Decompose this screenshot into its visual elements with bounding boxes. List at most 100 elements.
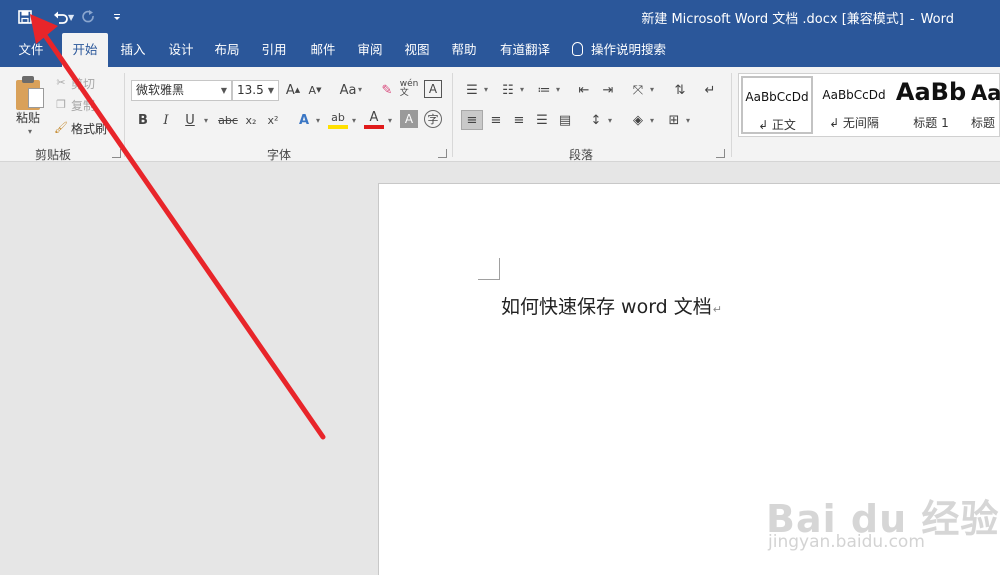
format-painter-icon[interactable]: 🖌: [54, 120, 68, 134]
document-title: 新建 Microsoft Word 文档 .docx [兼容模式]: [641, 12, 904, 27]
ribbon-tabs: 文件 开始 插入 设计 布局 引用 邮件 审阅 视图 帮助 有道翻译 操作说明搜…: [0, 33, 1000, 67]
tab-design[interactable]: 设计: [161, 33, 201, 67]
shrink-font-icon[interactable]: A ▼: [306, 81, 324, 99]
redo-icon[interactable]: [78, 6, 100, 28]
highlight-icon[interactable]: ab: [328, 109, 348, 129]
font-color-icon[interactable]: A: [364, 109, 384, 129]
underline-button[interactable]: U: [181, 111, 199, 129]
cut-button[interactable]: 剪切: [71, 75, 95, 92]
change-case-icon[interactable]: Aa: [336, 81, 360, 99]
character-border-icon[interactable]: A: [424, 80, 442, 98]
justify-icon[interactable]: ☰: [532, 110, 552, 130]
font-name-select[interactable]: 微软雅黑 ▼: [131, 80, 232, 101]
chinese-layout-icon[interactable]: ⤧: [628, 81, 648, 99]
line-spacing-dropdown-icon[interactable]: ▾: [608, 116, 612, 125]
paragraph-group-label: 段落: [569, 148, 594, 162]
tab-review[interactable]: 审阅: [350, 33, 390, 67]
tab-youdao-translate[interactable]: 有道翻译: [494, 33, 556, 67]
shading-dropdown-icon[interactable]: ▾: [650, 116, 654, 125]
clipboard-group-label: 剪贴板: [35, 148, 72, 162]
document-body-text[interactable]: 如何快速保存 word 文档↵: [501, 292, 722, 319]
tell-me-label: 操作说明搜索: [591, 42, 667, 57]
chevron-down-icon: ▼: [267, 86, 274, 95]
paste-dropdown-icon[interactable]: ▾: [28, 127, 32, 136]
copy-icon[interactable]: ❐: [54, 97, 68, 111]
align-right-icon[interactable]: ≡: [509, 110, 529, 130]
window-title: 新建 Microsoft Word 文档 .docx [兼容模式] - Word: [641, 8, 954, 27]
customize-qat-icon[interactable]: [106, 6, 128, 28]
tab-help[interactable]: 帮助: [444, 33, 484, 67]
borders-dropdown-icon[interactable]: ▾: [686, 116, 690, 125]
tab-home[interactable]: 开始: [62, 33, 108, 67]
numbering-icon[interactable]: ☷: [498, 81, 518, 99]
multilevel-list-dropdown-icon[interactable]: ▾: [556, 85, 560, 94]
style-normal[interactable]: AaBbCcDd ↲ 正文: [741, 76, 813, 134]
clear-formatting-icon[interactable]: ✎: [378, 81, 396, 99]
tab-file[interactable]: 文件: [8, 33, 54, 67]
bold-button[interactable]: B: [134, 111, 152, 129]
highlight-dropdown-icon[interactable]: ▾: [352, 116, 356, 125]
shading-icon[interactable]: ◈: [628, 110, 648, 130]
chinese-layout-dropdown-icon[interactable]: ▾: [650, 85, 654, 94]
lightbulb-icon: [572, 42, 583, 56]
superscript-button[interactable]: x²: [264, 111, 282, 129]
title-bar: ▼ 新建 Microsoft Word 文档 .docx [兼容模式] - Word: [0, 0, 1000, 33]
margin-corner-mark: [478, 258, 500, 280]
show-formatting-marks-icon[interactable]: ↵: [700, 81, 720, 99]
grow-font-icon[interactable]: A ▲: [284, 81, 302, 99]
app-name: Word: [920, 12, 954, 27]
paragraph-launcher-icon[interactable]: [716, 149, 725, 158]
borders-icon[interactable]: ⊞: [664, 110, 684, 130]
increase-indent-icon[interactable]: ⇥: [598, 81, 618, 99]
italic-button[interactable]: I: [157, 111, 175, 129]
multilevel-list-icon[interactable]: ≔: [534, 81, 554, 99]
style-sample: AaBb: [895, 78, 967, 106]
font-name-value: 微软雅黑: [136, 83, 185, 97]
group-divider: [731, 73, 732, 157]
style-heading-1[interactable]: AaBb 标题 1: [893, 76, 969, 134]
tab-references[interactable]: 引用: [254, 33, 294, 67]
align-left-icon[interactable]: ≡: [461, 110, 483, 130]
align-center-icon[interactable]: ≡: [486, 110, 506, 130]
line-spacing-icon[interactable]: ↕: [586, 110, 606, 130]
style-name: ↲ 正文: [758, 118, 796, 132]
change-case-dropdown-icon[interactable]: ▾: [358, 85, 362, 94]
enclose-characters-icon[interactable]: 字: [424, 110, 442, 128]
tell-me-search[interactable]: 操作说明搜索: [572, 33, 682, 67]
save-icon[interactable]: [14, 6, 36, 28]
decrease-indent-icon[interactable]: ⇤: [574, 81, 594, 99]
text-effects-icon[interactable]: A: [295, 111, 313, 129]
bullets-icon[interactable]: ☰: [462, 81, 482, 99]
tab-insert[interactable]: 插入: [113, 33, 153, 67]
sort-icon[interactable]: ⇅: [670, 81, 690, 99]
chevron-down-icon: ▼: [220, 86, 227, 95]
strikethrough-button[interactable]: abc: [216, 111, 240, 129]
font-color-dropdown-icon[interactable]: ▾: [388, 116, 392, 125]
tab-layout[interactable]: 布局: [207, 33, 247, 67]
phonetic-guide-icon[interactable]: wén 文: [400, 79, 419, 99]
distributed-icon[interactable]: ▤: [555, 110, 575, 130]
copy-button[interactable]: 复制: [71, 97, 95, 114]
tab-view[interactable]: 视图: [397, 33, 437, 67]
numbering-dropdown-icon[interactable]: ▾: [520, 85, 524, 94]
baidu-watermark-url: jingyan.baidu.com: [768, 532, 925, 552]
style-title[interactable]: Aal 标题: [971, 76, 1000, 134]
style-sample: AaBbCcDd: [745, 90, 809, 104]
clipboard-launcher-icon[interactable]: [112, 149, 121, 158]
format-painter-button[interactable]: 格式刷: [71, 120, 107, 137]
paste-button-label[interactable]: 粘贴: [16, 109, 40, 126]
style-no-spacing[interactable]: AaBbCcDd ↲ 无间隔: [817, 76, 891, 134]
cut-icon[interactable]: ✂: [54, 75, 68, 89]
text-effects-dropdown-icon[interactable]: ▾: [316, 116, 320, 125]
underline-dropdown-icon[interactable]: ▾: [204, 116, 208, 125]
tab-mailings[interactable]: 邮件: [303, 33, 343, 67]
subscript-button[interactable]: x₂: [242, 111, 260, 129]
character-shading-icon[interactable]: A: [400, 110, 418, 128]
undo-dropdown-icon[interactable]: ▼: [68, 13, 74, 22]
font-launcher-icon[interactable]: [438, 149, 447, 158]
bullets-dropdown-icon[interactable]: ▾: [484, 85, 488, 94]
style-name: 标题 1: [913, 116, 949, 130]
paste-icon[interactable]: [16, 76, 46, 110]
group-divider: [124, 73, 125, 157]
font-size-select[interactable]: 13.5 ▼: [232, 80, 279, 101]
